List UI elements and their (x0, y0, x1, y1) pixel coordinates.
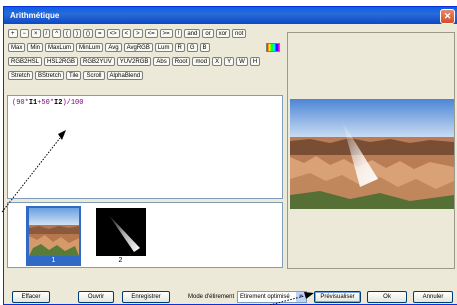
toolbar-button-row3-4-abs[interactable]: Abs (153, 57, 170, 66)
annuler-button[interactable]: Annuler (413, 291, 453, 303)
stretch-mode-label: Mode d'étirement (188, 294, 235, 300)
preview-image (290, 99, 454, 209)
toolbar-button-row1-9-symbol[interactable]: <> (106, 29, 120, 38)
toolbar-button-row3-0-rgb2hsl[interactable]: RGB2HSL (8, 57, 43, 66)
toolbar-button-row3-10-h[interactable]: H (249, 57, 261, 66)
image-var-i1: I1 (28, 99, 38, 107)
toolbar-button-row1-15-and[interactable]: and (184, 29, 201, 38)
toolbar-button-row2-5-avgrgb[interactable]: AvgRGB (123, 43, 153, 52)
expression-mid: +50* (37, 99, 55, 107)
gradient-mask-thumbnail (96, 208, 146, 256)
title-bar[interactable]: Arithmétique ✕ (4, 7, 457, 24)
toolbar-button-row1-12-symbol[interactable]: <= (144, 29, 158, 38)
toolbar-button-row2-7-r[interactable]: R (174, 43, 185, 52)
expression-editor[interactable]: (90*I1+50*I2)/100 (7, 95, 283, 199)
toolbar-button-row1-0-symbol[interactable]: + (8, 29, 18, 38)
toolbar-button-row3-8-y[interactable]: Y (224, 57, 235, 66)
toolbar-button-row3-1-hsl2rgb[interactable]: HSL2RGB (44, 57, 79, 66)
toolbar-button-row3-2-rgb2yuv[interactable]: RGB2YUV (80, 57, 115, 66)
toolbar-button-row4-0-stretch[interactable]: Stretch (8, 71, 34, 80)
close-icon[interactable]: ✕ (440, 9, 455, 24)
functions-toolbar: Max Min MaxLum MinLum Avg AvgRGB Lum R G B (8, 43, 210, 52)
toolbar-button-row2-3-minlum[interactable]: MinLum (76, 43, 104, 52)
ouvrir-button[interactable]: Ouvrir (78, 291, 114, 303)
effacer-button[interactable]: Effacer (12, 291, 50, 303)
toolbar-button-row3-5-root[interactable]: Root (171, 57, 191, 66)
toolbar-button-row1-16-or[interactable]: or (202, 29, 214, 38)
stretch-mode-value: Etirement optimisé (240, 294, 290, 300)
chevron-down-icon[interactable]: ▼ (296, 292, 306, 302)
toolbar-button-row2-6-lum[interactable]: Lum (154, 43, 173, 52)
conversion-toolbar: RGB2HSL HSL2RGB RGB2YUV YUV2RGB Abs Root mod X Y… (8, 57, 261, 66)
toolbar-button-row3-6-mod[interactable]: mod (192, 57, 211, 66)
palette-icon[interactable] (266, 43, 280, 52)
thumbnail-label: 2 (118, 257, 123, 264)
toolbar-button-row1-10-symbol[interactable]: < (121, 29, 132, 38)
toolbar-button-row4-2-tile[interactable]: Tile (66, 71, 82, 80)
stretch-toolbar: Stretch BStretch Tile Scroll AlphaBlend (8, 71, 144, 80)
toolbar-button-row1-8-symbol[interactable]: = (95, 29, 105, 38)
toolbar-button-row1-13-symbol[interactable]: >= (159, 29, 173, 38)
preview-panel (287, 32, 455, 269)
toolbar-button-row2-4-avg[interactable]: Avg (105, 43, 122, 52)
toolbar-button-row1-4-symbol[interactable]: ^ (52, 29, 62, 38)
toolbar-button-row4-3-scroll[interactable]: Scroll (83, 71, 105, 80)
image-thumbnail-1[interactable]: 1 (26, 206, 81, 266)
toolbar-button-row1-18-not[interactable]: not (232, 29, 247, 38)
canyon-image-thumbnail (29, 208, 79, 256)
thumbnail-label: 1 (51, 257, 56, 264)
window-title: Arithmétique (10, 11, 60, 20)
toolbar-button-row2-2-maxlum[interactable]: MaxLum (45, 43, 75, 52)
operators-toolbar: + − × / ^()() = <> < > <= >=! and or xor not (8, 29, 247, 38)
toolbar-button-row1-5-symbol[interactable]: ( (63, 29, 72, 38)
toolbar-button-row4-1-bstretch[interactable]: BStretch (35, 71, 65, 80)
toolbar-button-row1-6-symbol[interactable]: ) (73, 29, 82, 38)
toolbar-button-row3-3-yuv2rgb[interactable]: YUV2RGB (116, 57, 152, 66)
toolbar-button-row2-9-b[interactable]: B (199, 43, 210, 52)
toolbar-button-row4-4-alphablend[interactable]: AlphaBlend (106, 71, 144, 80)
toolbar-button-row1-11-symbol[interactable]: > (133, 29, 143, 38)
toolbar-button-row1-7-symbol[interactable]: () (83, 29, 94, 38)
toolbar-button-row2-0-max[interactable]: Max (8, 43, 26, 52)
toolbar-button-row2-8-g[interactable]: G (186, 43, 198, 52)
toolbar-button-row3-7-x[interactable]: X (212, 57, 223, 66)
toolbar-button-row1-3-symbol[interactable]: / (42, 29, 51, 38)
toolbar-button-row1-17-xor[interactable]: xor (215, 29, 231, 38)
stretch-mode-select[interactable]: Etirement optimisé ▼ (237, 291, 307, 303)
toolbar-button-row1-1-symbol[interactable]: − (19, 29, 30, 38)
image-list: 1 2 (7, 202, 283, 268)
image-thumbnail-2[interactable]: 2 (93, 206, 148, 266)
arithmetique-dialog: Arithmétique ✕ + − × / ^()() = <> < > <= >=! and or x… (3, 6, 457, 305)
ok-button[interactable]: Ok (367, 291, 407, 303)
previsualiser-button[interactable]: Prévisualiser (314, 291, 361, 303)
toolbar-button-row2-1-min[interactable]: Min (27, 43, 44, 52)
toolbar-button-row3-9-w[interactable]: W (236, 57, 248, 66)
toolbar-button-row1-14-symbol[interactable]: ! (174, 29, 183, 38)
expression-close: )/100 (62, 99, 84, 107)
expression-open: (90* (12, 99, 29, 107)
toolbar-button-row1-2-symbol[interactable]: × (31, 29, 41, 38)
enregistrer-button[interactable]: Enregistrer (122, 291, 170, 303)
